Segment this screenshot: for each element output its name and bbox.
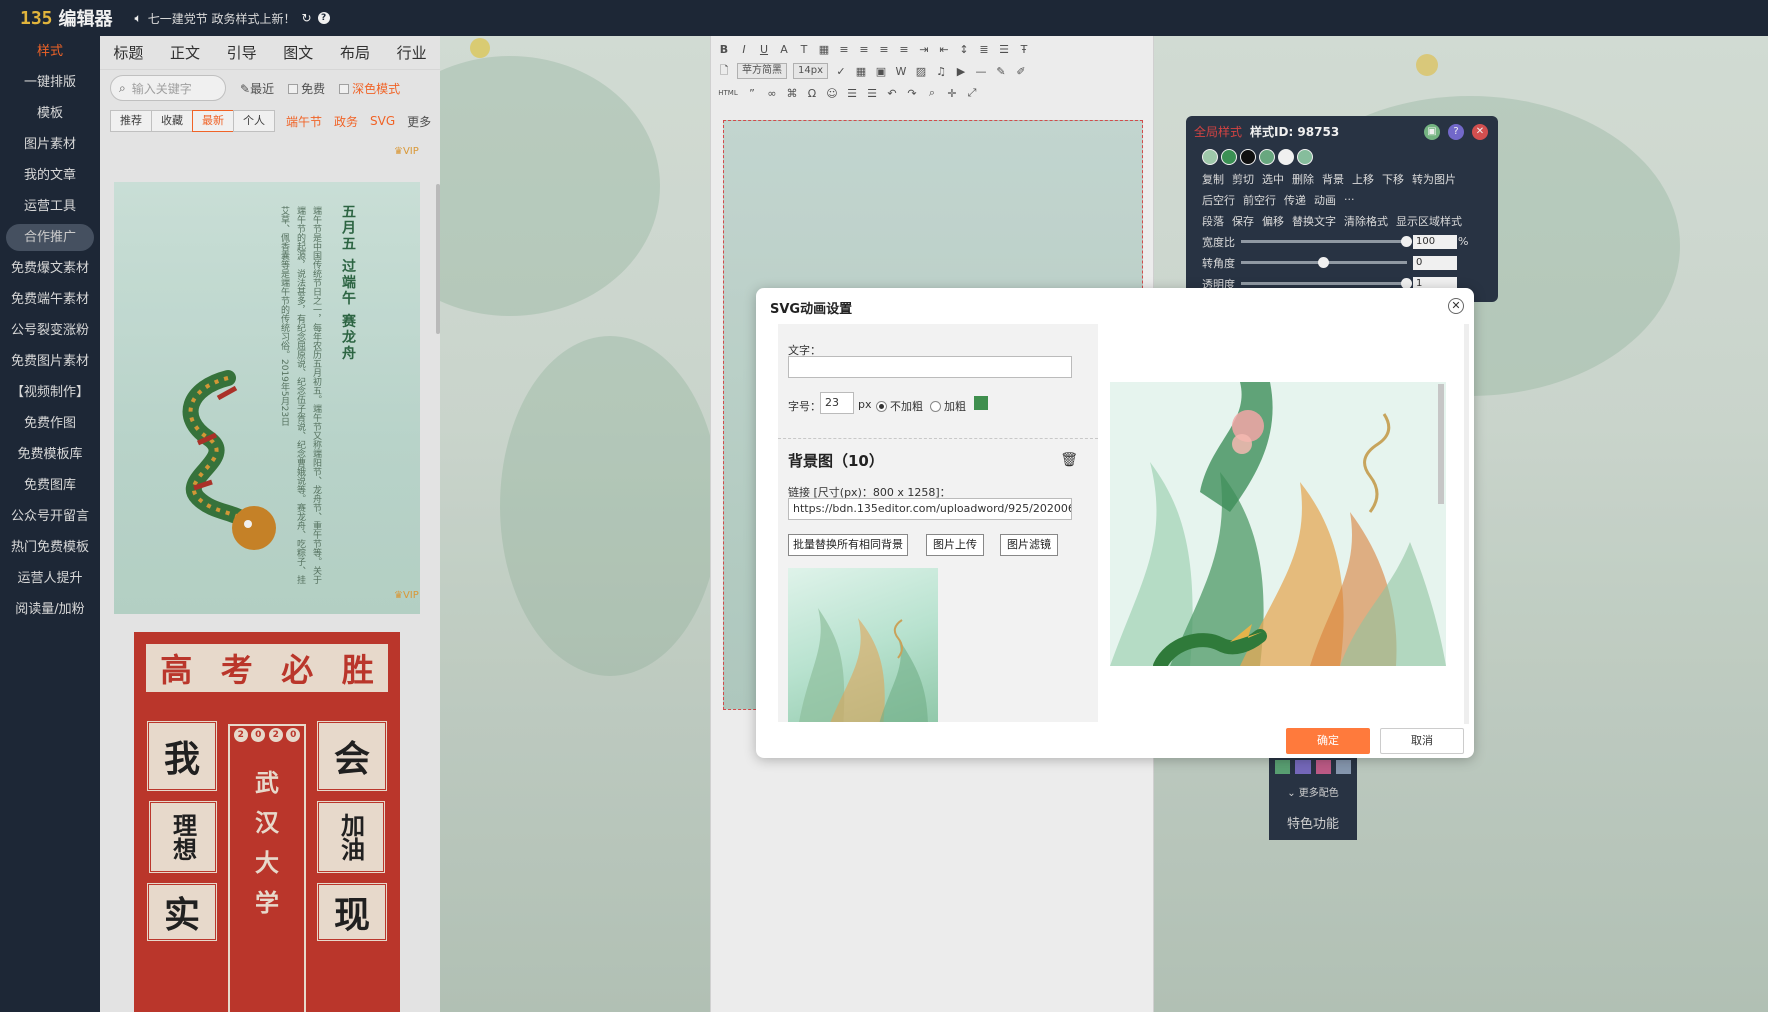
- settings-panel: 文字： 字号： 23 px 不加粗 加粗 背景图（10） 🗑︎ 链接 [尺寸(p…: [778, 324, 1098, 722]
- background-image-heading: 背景图（10）: [788, 452, 884, 470]
- not-bold-radio[interactable]: [876, 401, 887, 412]
- text-color-picker[interactable]: [974, 396, 988, 410]
- bold-option[interactable]: 加粗: [930, 398, 966, 414]
- dialog-title: SVG动画设置: [770, 302, 853, 317]
- svg-animation-dialog: SVG动画设置 ✕ 文字： 字号： 23 px 不加粗 加粗 背景图（10） 🗑…: [756, 288, 1474, 758]
- replace-all-backgrounds-button[interactable]: 批量替换所有相同背景: [788, 534, 908, 556]
- image-upload-button[interactable]: 图片上传: [926, 534, 984, 556]
- background-thumbnail[interactable]: [788, 568, 938, 722]
- preview-art: [1110, 382, 1446, 666]
- not-bold-option[interactable]: 不加粗: [876, 398, 923, 414]
- bold-label: 加粗: [944, 400, 966, 413]
- section-divider: [778, 438, 1098, 439]
- dialog-close-icon[interactable]: ✕: [1448, 298, 1464, 314]
- preview-scrollbar[interactable]: [1438, 384, 1444, 504]
- font-size-input[interactable]: 23: [820, 392, 854, 414]
- thumbnail-art: [799, 608, 928, 722]
- image-link-input[interactable]: https://bdn.135editor.com/uploadword/925…: [788, 498, 1072, 520]
- px-unit: px: [858, 398, 872, 411]
- text-input[interactable]: [788, 356, 1072, 378]
- font-size-label: 字号：: [788, 400, 821, 413]
- image-filter-button[interactable]: 图片滤镜: [1000, 534, 1058, 556]
- trash-icon[interactable]: 🗑︎: [1060, 452, 1078, 468]
- not-bold-label: 不加粗: [890, 400, 923, 413]
- bold-radio[interactable]: [930, 401, 941, 412]
- cancel-button[interactable]: 取消: [1380, 728, 1464, 754]
- preview-image: [1110, 382, 1446, 666]
- dialog-scrollbar[interactable]: [1464, 324, 1469, 724]
- confirm-button[interactable]: 确定: [1286, 728, 1370, 754]
